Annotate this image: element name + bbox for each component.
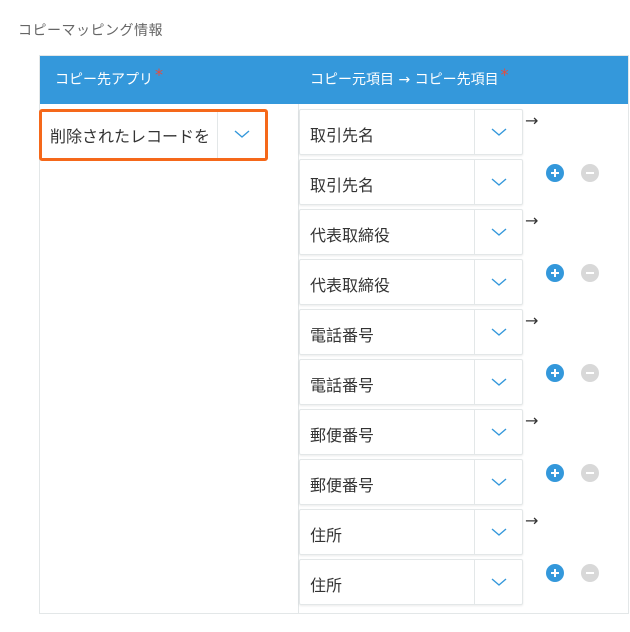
chevron-down-icon xyxy=(234,130,250,138)
plus-icon xyxy=(551,369,559,377)
source-field-dropdown-button[interactable] xyxy=(474,310,522,354)
add-row-button[interactable] xyxy=(546,364,564,382)
source-field-value: 住所 xyxy=(310,526,343,545)
target-field-dropdown-button[interactable] xyxy=(474,560,522,604)
target-field-select[interactable]: 住所 xyxy=(299,559,523,605)
source-field-value: 電話番号 xyxy=(310,326,375,345)
target-field-select[interactable]: 電話番号 xyxy=(299,359,523,405)
required-mark: * xyxy=(155,65,163,84)
remove-row-button[interactable] xyxy=(581,464,599,482)
remove-row-button[interactable] xyxy=(581,364,599,382)
chevron-down-icon xyxy=(491,528,507,536)
remove-row-button[interactable] xyxy=(581,264,599,282)
target-field-dropdown-button[interactable] xyxy=(474,360,522,404)
mapping-arrow: → xyxy=(525,411,539,430)
source-field-value: 郵便番号 xyxy=(310,426,375,445)
app-select-value: 削除されたレコードを xyxy=(50,127,211,146)
plus-icon xyxy=(551,569,559,577)
remove-row-button[interactable] xyxy=(581,564,599,582)
remove-row-button[interactable] xyxy=(581,164,599,182)
plus-icon xyxy=(551,469,559,477)
source-field-select[interactable]: 郵便番号 xyxy=(299,409,523,455)
source-field-dropdown-button[interactable] xyxy=(474,510,522,554)
minus-icon xyxy=(586,472,594,474)
plus-icon xyxy=(551,169,559,177)
target-field-value: 住所 xyxy=(310,576,343,595)
source-field-dropdown-button[interactable] xyxy=(474,410,522,454)
source-field-value: 取引先名 xyxy=(310,126,375,145)
target-field-value: 郵便番号 xyxy=(310,476,375,495)
required-mark: * xyxy=(500,65,509,84)
target-field-dropdown-button[interactable] xyxy=(474,460,522,504)
source-field-select[interactable]: 取引先名 xyxy=(299,109,523,155)
target-field-value: 電話番号 xyxy=(310,376,375,395)
chevron-down-icon xyxy=(491,228,507,236)
minus-icon xyxy=(586,372,594,374)
chevron-down-icon xyxy=(491,328,507,336)
header-label: コピー先アプリ xyxy=(55,72,153,88)
minus-icon xyxy=(586,272,594,274)
chevron-down-icon xyxy=(491,578,507,586)
header-label: コピー元項目 → コピー先項目 xyxy=(310,72,499,88)
source-field-select[interactable]: 電話番号 xyxy=(299,309,523,355)
target-field-select[interactable]: 郵便番号 xyxy=(299,459,523,505)
table-header: コピー先アプリ * コピー元項目 → コピー先項目 * xyxy=(40,56,628,104)
add-row-button[interactable] xyxy=(546,564,564,582)
mapping-arrow: → xyxy=(525,211,539,230)
add-row-button[interactable] xyxy=(546,164,564,182)
add-row-button[interactable] xyxy=(546,264,564,282)
chevron-down-icon xyxy=(491,278,507,286)
add-row-button[interactable] xyxy=(546,464,564,482)
copy-target-app-select[interactable]: 削除されたレコードを xyxy=(39,109,268,161)
target-field-value: 代表取締役 xyxy=(310,276,391,295)
mapping-arrow: → xyxy=(525,511,539,530)
source-field-dropdown-button[interactable] xyxy=(474,110,522,154)
chevron-down-icon xyxy=(491,378,507,386)
minus-icon xyxy=(586,572,594,574)
plus-icon xyxy=(551,269,559,277)
source-field-dropdown-button[interactable] xyxy=(474,210,522,254)
header-copy-target-app: コピー先アプリ * xyxy=(55,65,163,89)
target-field-select[interactable]: 代表取締役 xyxy=(299,259,523,305)
chevron-down-icon xyxy=(491,178,507,186)
mapping-arrow: → xyxy=(525,111,539,130)
section-title: コピーマッピング情報 xyxy=(18,23,163,39)
source-field-value: 代表取締役 xyxy=(310,226,391,245)
target-field-value: 取引先名 xyxy=(310,176,375,195)
app-select-dropdown-button[interactable] xyxy=(217,112,265,158)
minus-icon xyxy=(586,172,594,174)
chevron-down-icon xyxy=(491,128,507,136)
mapping-arrow: → xyxy=(525,311,539,330)
header-field-mapping: コピー元項目 → コピー先項目 * xyxy=(310,65,509,89)
chevron-down-icon xyxy=(491,478,507,486)
target-field-dropdown-button[interactable] xyxy=(474,260,522,304)
chevron-down-icon xyxy=(491,428,507,436)
target-field-select[interactable]: 取引先名 xyxy=(299,159,523,205)
source-field-select[interactable]: 代表取締役 xyxy=(299,209,523,255)
target-field-dropdown-button[interactable] xyxy=(474,160,522,204)
source-field-select[interactable]: 住所 xyxy=(299,509,523,555)
